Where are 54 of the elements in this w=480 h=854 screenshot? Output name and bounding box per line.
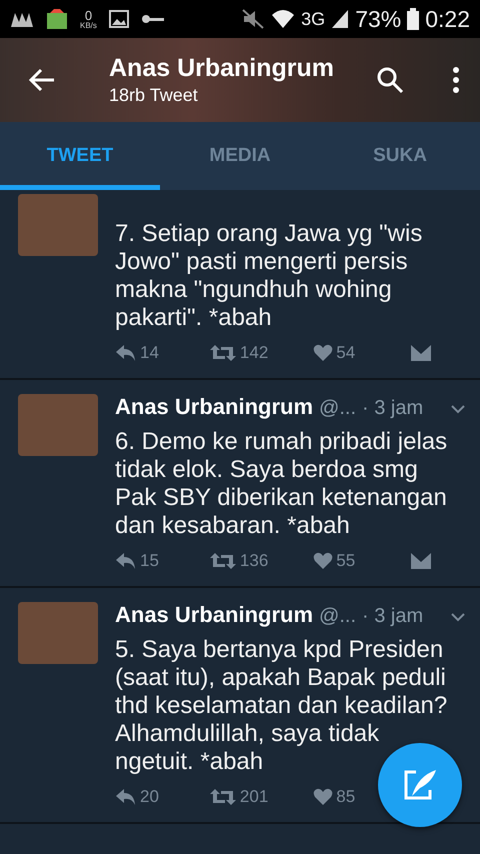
mute-icon [241,8,266,30]
tweet-card[interactable]: Anas Urbaningrum @... · 3 jam 5. Saya bertanya kpd Presiden (saat itu), apakah Bapak peduli thd keselamatan dan keadilan? Alhamdulillah, saya tidak ngetuit. *abah 20 201 85 [0,588,480,824]
tweet-count: 18rb Tweet [109,85,199,106]
tab[interactable]: MEDIA [160,122,320,190]
retweet-button[interactable]: 201 [208,787,268,807]
envelope-icon[interactable] [410,552,432,570]
heart-icon [313,344,334,362]
clock: 0:22 [425,6,470,32]
wifi-icon [271,8,296,30]
tweet-text: 5. Saya bertanya kpd Presiden (saat itu), apakah Bapak peduli thd keselamatan dan keadilan? Alhamdulillah, saya tidak ngetuit. *abah [115,636,448,776]
reply-arrow-icon [115,344,137,362]
search-icon[interactable] [376,66,404,94]
retweet-icon [208,552,237,570]
back-arrow-icon[interactable] [28,68,56,92]
tweet-time: · 3 jam [362,605,424,628]
tweet-card[interactable]: Anas Urbaningrum @... · 3 jam 6. Demo ke rumah pribadi jelas tidak elok. Saya berdoa smg Pak SBY diberikan ketenangan dan kesabaran. *abah 15 136 55 [0,380,480,588]
reply-button[interactable]: 14 [115,343,159,363]
speed-value: 0 [84,8,92,22]
envelope-icon[interactable] [410,344,432,362]
reply-button[interactable]: 15 [115,551,159,571]
feather-compose-icon [402,768,438,802]
heart-icon [313,552,334,570]
reply-arrow-icon [115,552,137,570]
like-button[interactable]: 54 [313,343,356,363]
shopping-bag-icon [46,8,68,30]
tweet-text: 6. Demo ke rumah pribadi jelas tidak elok. Saya berdoa smg Pak SBY diberikan ketenangan dan kesabaran. *abah [115,428,448,540]
image-icon [108,10,129,28]
more-options-icon[interactable] [452,66,460,94]
author-handle: @... [319,397,356,420]
retweet-button[interactable]: 142 [208,343,268,363]
author-handle: @... [319,605,356,628]
reply-button[interactable]: 20 [115,787,159,807]
chevron-down-icon[interactable] [450,612,466,622]
tweet-time: · 3 jam [362,397,424,420]
profile-name: Anas Urbaningrum [109,54,336,83]
retweet-icon [208,788,237,806]
author-name: Anas Urbaningrum [115,602,314,628]
tweet-card[interactable]: 7. Setiap orang Jawa yg "wis Jowo" pasti mengerti persis makna "ngundhuh wohing pakarti". *abah 14 142 54 [0,190,480,380]
chevron-down-icon[interactable] [450,404,466,414]
speed-unit: KB/s [80,22,97,30]
signal-icon [331,9,350,29]
network-type: 3G [301,8,326,30]
tweet-text: 7. Setiap orang Jawa yg "wis Jowo" pasti mengerti persis makna "ngundhuh wohing pakarti". *abah [115,220,424,332]
retweet-button[interactable]: 136 [208,551,268,571]
key-icon [140,13,165,25]
heart-icon [313,788,334,806]
retweet-icon [208,344,237,362]
like-button[interactable]: 55 [313,551,356,571]
tab[interactable]: SUKA [320,122,480,190]
like-button[interactable]: 85 [313,787,356,807]
battery-level: 73% [355,6,402,32]
author-name: Anas Urbaningrum [115,394,314,420]
battery-icon [407,8,420,30]
reply-arrow-icon [115,788,137,806]
